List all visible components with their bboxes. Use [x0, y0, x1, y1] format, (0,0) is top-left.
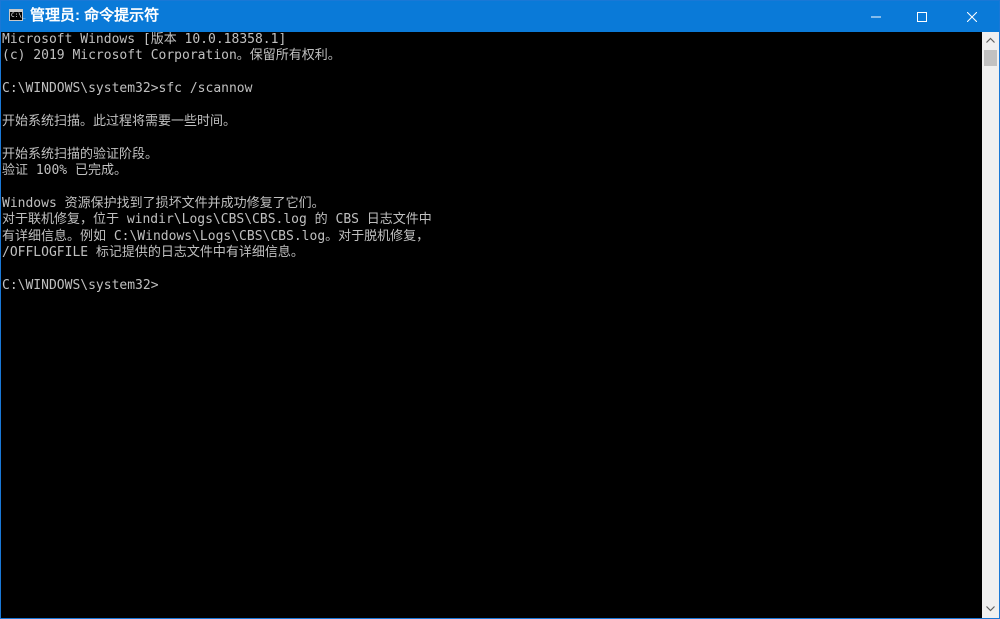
chevron-down-icon: [986, 606, 995, 612]
minimize-button[interactable]: [853, 1, 899, 32]
maximize-icon: [917, 11, 927, 22]
console-line: 开始系统扫描的验证阶段。: [2, 146, 159, 162]
console-line: /OFFLOGFILE 标记提供的日志文件中有详细信息。: [2, 245, 304, 261]
console-output[interactable]: Microsoft Windows [版本 10.0.18358.1] (c) …: [1, 32, 981, 618]
console-line: 对于联机修复，位于 windir\Logs\CBS\CBS.log 的 CBS …: [2, 212, 432, 228]
command-prompt-line[interactable]: C:\WINDOWS\system32>: [2, 278, 981, 294]
maximize-button[interactable]: [899, 1, 945, 32]
console-line: (c) 2019 Microsoft Corporation。保留所有权利。: [2, 48, 341, 64]
cmd-icon-text: C:\_: [11, 12, 26, 19]
console-line: C:\WINDOWS\system32>sfc /scannow: [2, 81, 253, 97]
vertical-scrollbar[interactable]: [982, 32, 999, 618]
console-line: Windows 资源保护找到了损坏文件并成功修复了它们。: [2, 195, 325, 211]
scroll-down-button[interactable]: [982, 601, 999, 618]
window-title: 管理员: 命令提示符: [30, 7, 160, 24]
command-prompt-window: C:\_ 管理员: 命令提示符 Microsoft Windows [版本 10…: [0, 0, 1000, 619]
console-line: 开始系统扫描。此过程将需要一些时间。: [2, 113, 237, 129]
chevron-up-icon: [986, 37, 995, 43]
console-line: 验证 100% 已完成。: [2, 163, 127, 179]
title-bar[interactable]: C:\_ 管理员: 命令提示符: [1, 1, 999, 32]
console-line: Microsoft Windows [版本 10.0.18358.1]: [2, 32, 287, 47]
close-button[interactable]: [945, 1, 999, 32]
cmd-icon[interactable]: C:\_: [9, 9, 26, 21]
close-icon: [967, 11, 977, 22]
console-line: 有详细信息。例如 C:\Windows\Logs\CBS\CBS.log。对于脱…: [2, 228, 430, 244]
minimize-icon: [871, 16, 881, 17]
scroll-up-button[interactable]: [982, 32, 999, 49]
scrollbar-thumb[interactable]: [984, 50, 997, 66]
